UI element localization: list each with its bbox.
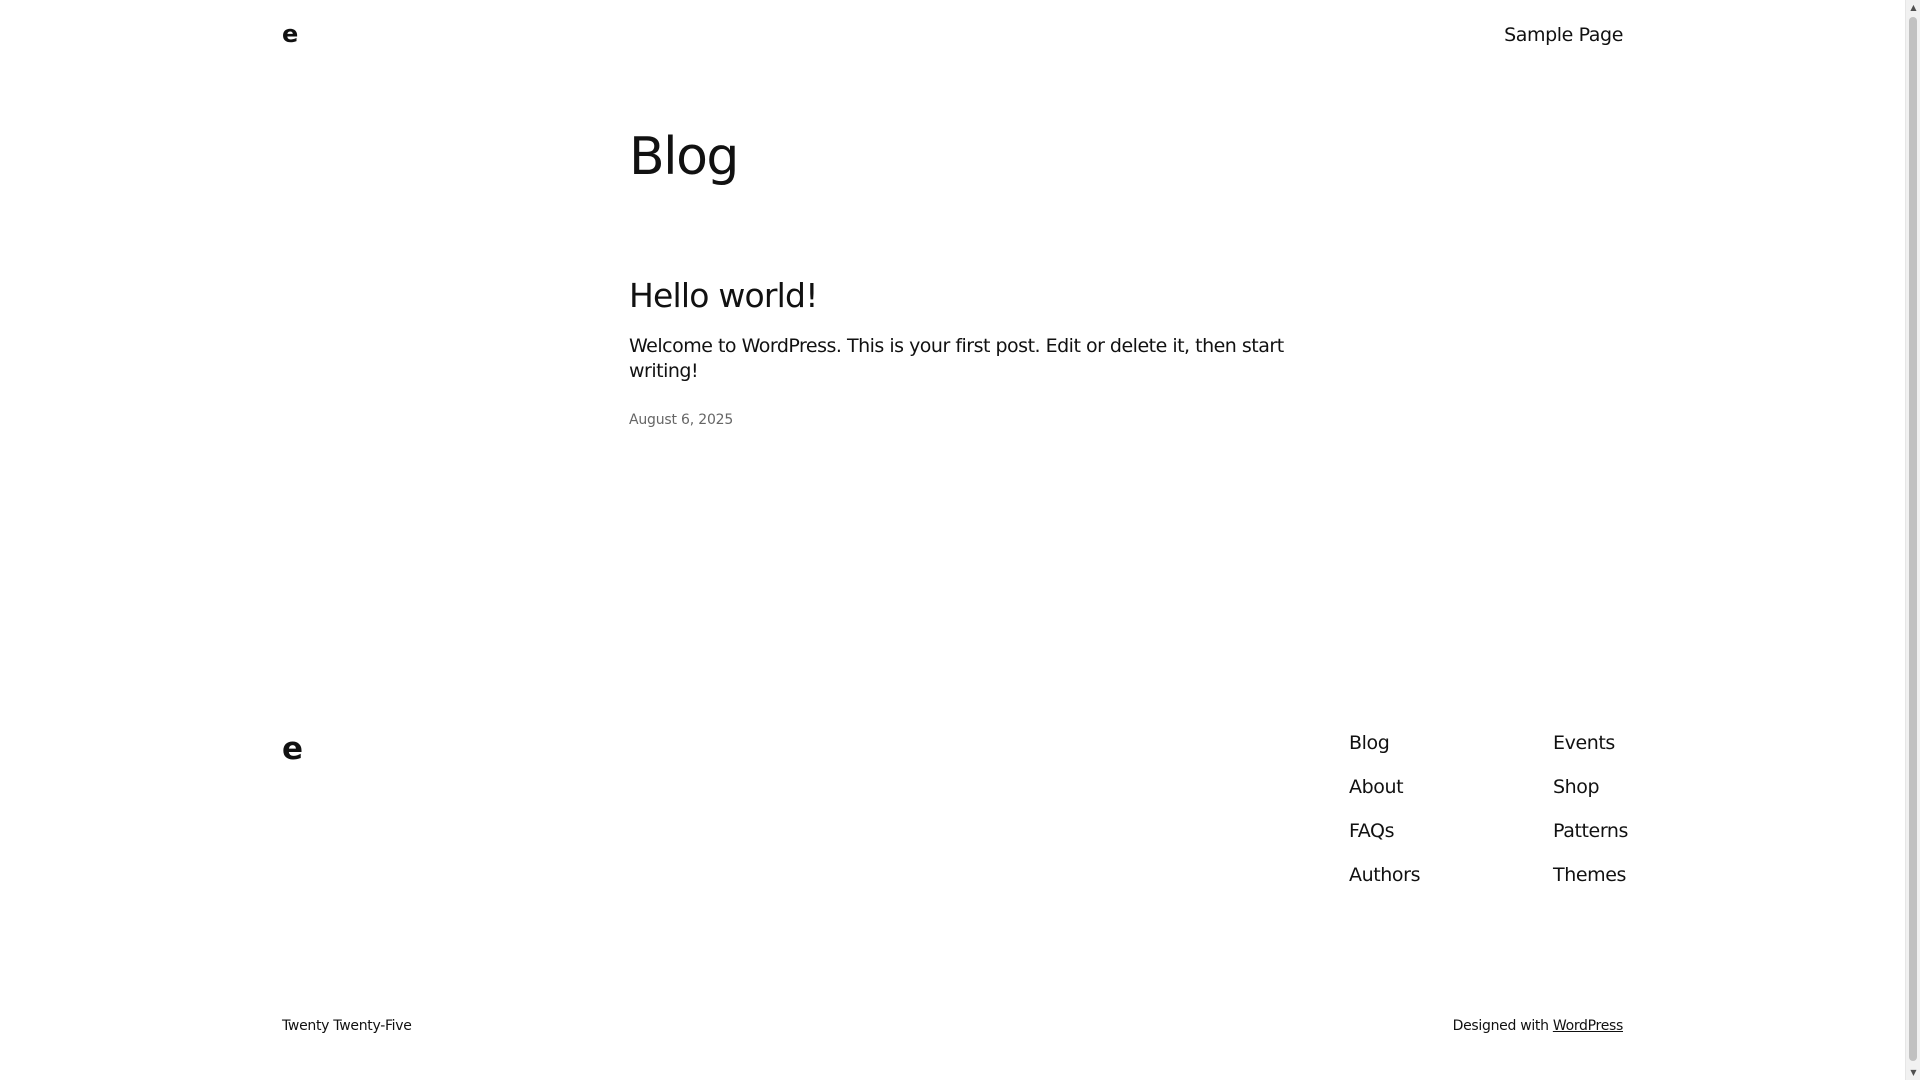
scroll-up-arrow-icon[interactable]: ▲ [1906, 0, 1920, 15]
footer-site-logo[interactable]: e [282, 734, 303, 765]
footer-link-themes[interactable]: Themes [1553, 864, 1626, 886]
footer-bottom-bar: Twenty Twenty-Five Designed with WordPre… [282, 1018, 1623, 1038]
footer-nav-column-2: Events Shop Patterns Themes [1553, 728, 1628, 904]
page: e Sample Page Blog Hello world! Welcome … [0, 0, 1905, 1080]
footer-link-authors[interactable]: Authors [1349, 864, 1420, 886]
footer-link-events[interactable]: Events [1553, 732, 1615, 754]
post-item: Hello world! Welcome to WordPress. This … [629, 277, 1329, 428]
post-excerpt: Welcome to WordPress. This is your first… [629, 335, 1284, 382]
scrollbar-thumb[interactable] [1909, 17, 1917, 1061]
main-content: Blog Hello world! Welcome to WordPress. … [629, 127, 1329, 428]
nav-item-sample-page[interactable]: Sample Page [1504, 24, 1623, 46]
site-header: e Sample Page [282, 18, 1623, 54]
footer-nav-item: Themes [1553, 860, 1628, 904]
footer-link-faqs[interactable]: FAQs [1349, 820, 1395, 842]
footer-nav-item: Blog [1349, 728, 1420, 772]
credit-prefix: Designed with [1452, 1018, 1553, 1034]
vertical-scrollbar[interactable]: ▲ ▼ [1905, 0, 1920, 1080]
page-title: Blog [629, 127, 739, 187]
post-date[interactable]: August 6, 2025 [629, 412, 733, 428]
footer-link-shop[interactable]: Shop [1553, 776, 1600, 798]
footer-nav-item: FAQs [1349, 816, 1420, 860]
site-footer: e Blog About FAQs Authors Events Shop Pa… [282, 728, 1628, 908]
footer-nav-item: Events [1553, 728, 1628, 772]
footer-nav-item: Shop [1553, 772, 1628, 816]
footer-nav-item: Patterns [1553, 816, 1628, 860]
footer-link-patterns[interactable]: Patterns [1553, 820, 1628, 842]
scroll-down-arrow-icon[interactable]: ▼ [1906, 1065, 1920, 1080]
footer-nav-item: Authors [1349, 860, 1420, 904]
post-title-link[interactable]: Hello world! [629, 277, 818, 314]
footer-credit: Designed with WordPress [1452, 1018, 1624, 1034]
footer-nav-column-1: Blog About FAQs Authors [1349, 728, 1420, 904]
theme-name: Twenty Twenty-Five [282, 1018, 412, 1034]
footer-nav-item: About [1349, 772, 1420, 816]
wordpress-link[interactable]: WordPress [1553, 1018, 1623, 1034]
footer-link-blog[interactable]: Blog [1349, 732, 1390, 754]
footer-link-about[interactable]: About [1349, 776, 1404, 798]
site-logo[interactable]: e [282, 22, 298, 46]
